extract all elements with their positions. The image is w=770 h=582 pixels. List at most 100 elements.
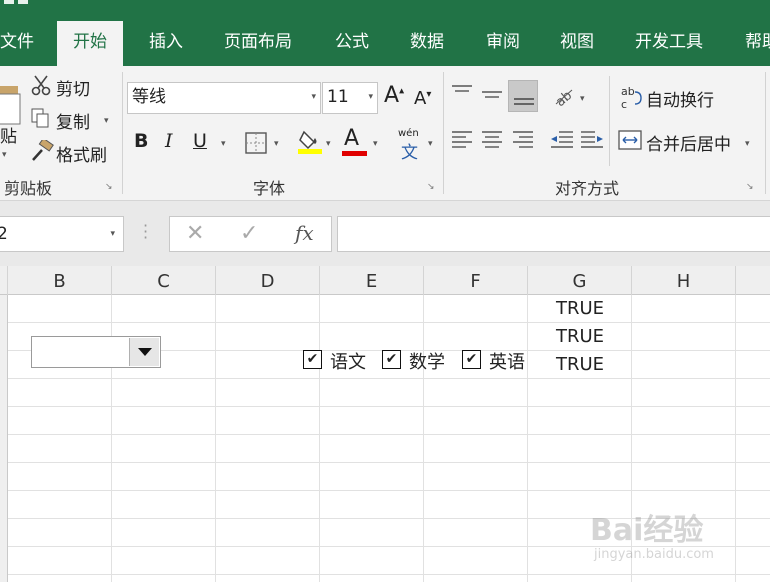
alignment-launcher-icon[interactable]: ↘: [746, 182, 756, 192]
align-middle-icon[interactable]: [480, 82, 504, 116]
align-center-icon[interactable]: [480, 128, 504, 156]
paste-label[interactable]: 贴: [0, 122, 17, 147]
tab-data[interactable]: 数据: [410, 21, 444, 66]
phonetic-dropdown-icon[interactable]: ▾: [428, 139, 433, 149]
decrease-font-size-button[interactable]: A▾: [414, 88, 431, 109]
fill-color-swatch: [298, 149, 322, 154]
column-header-g[interactable]: G: [528, 266, 632, 295]
copy-dropdown-icon[interactable]: ▾: [104, 116, 109, 126]
merge-center-dropdown-icon[interactable]: ▾: [745, 139, 750, 149]
svg-text:ab: ab: [553, 88, 575, 108]
checkbox-label: 数学: [409, 352, 445, 373]
font-size-select[interactable]: 11 ▾: [322, 82, 378, 114]
cancel-icon[interactable]: ✕: [186, 221, 204, 246]
orientation-icon[interactable]: ab: [552, 84, 576, 112]
column-header-f[interactable]: F: [424, 266, 528, 295]
select-all-corner[interactable]: [0, 266, 8, 295]
watermark-brand: Bai经验: [590, 513, 704, 548]
column-line: [423, 295, 424, 582]
borders-dropdown-icon[interactable]: ▾: [274, 139, 279, 149]
ribbon: 贴 ▾ 剪切 复制 ▾ 格式刷 剪贴板 ↘ 等线 ▾ 11 ▾ A▴ A▾ B …: [0, 66, 770, 201]
quick-access-toolbar[interactable]: [0, 0, 28, 6]
copy-icon[interactable]: [30, 107, 52, 133]
insert-function-icon[interactable]: fx: [295, 221, 314, 245]
fill-color-icon[interactable]: [298, 128, 322, 158]
increase-font-size-button[interactable]: A▴: [384, 83, 404, 108]
separator: [609, 76, 610, 166]
column-header-b[interactable]: B: [8, 266, 112, 295]
formula-input[interactable]: [337, 216, 770, 252]
chevron-down-icon: ▾: [311, 92, 316, 102]
column-header-d[interactable]: D: [216, 266, 320, 295]
row-headers[interactable]: [0, 295, 8, 582]
font-name-select[interactable]: 等线 ▾: [127, 82, 321, 114]
align-top-icon[interactable]: [450, 82, 474, 108]
tab-review[interactable]: 审阅: [486, 21, 520, 66]
font-group-label: 字体: [253, 179, 286, 198]
align-right-icon[interactable]: [511, 128, 535, 156]
paste-dropdown-icon[interactable]: ▾: [2, 150, 7, 160]
tab-developer[interactable]: 开发工具: [635, 21, 703, 66]
row-line: [8, 406, 770, 407]
font-size-value: 11: [327, 87, 349, 107]
row-line: [8, 490, 770, 491]
decrease-indent-icon[interactable]: [549, 128, 575, 156]
tab-view[interactable]: 视图: [560, 21, 594, 66]
resize-handle-icon[interactable]: · · ·: [143, 218, 148, 246]
checkmark-icon[interactable]: ✔: [303, 350, 322, 369]
font-launcher-icon[interactable]: ↘: [427, 182, 437, 192]
phonetic-guide-button[interactable]: 文: [401, 138, 418, 163]
row-line: [8, 434, 770, 435]
align-bottom-icon[interactable]: [508, 80, 538, 112]
cell-g-true[interactable]: TRUE: [528, 326, 632, 347]
clipboard-group-label: 剪贴板: [4, 179, 53, 198]
chevron-down-icon: ▾: [110, 229, 115, 239]
borders-icon[interactable]: [245, 132, 267, 158]
cut-icon[interactable]: [30, 74, 52, 100]
separator: [122, 72, 123, 194]
format-painter-button[interactable]: 格式刷: [56, 141, 107, 166]
orientation-dropdown-icon[interactable]: ▾: [580, 94, 585, 104]
copy-button[interactable]: 复制: [56, 108, 90, 133]
dropdown-arrow-icon[interactable]: [129, 338, 159, 366]
underline-button[interactable]: U: [193, 130, 207, 152]
clipboard-launcher-icon[interactable]: ↘: [105, 182, 115, 192]
wrap-text-icon[interactable]: ab c: [620, 84, 642, 114]
tab-home[interactable]: 开始: [57, 21, 123, 66]
cut-button[interactable]: 剪切: [56, 75, 90, 100]
column-header-e[interactable]: E: [320, 266, 424, 295]
italic-button[interactable]: I: [165, 130, 173, 152]
align-left-icon[interactable]: [450, 128, 474, 156]
font-color-swatch: [342, 151, 367, 156]
enter-icon[interactable]: ✓: [240, 221, 258, 246]
tab-page-layout[interactable]: 页面布局: [224, 21, 292, 66]
tab-file[interactable]: 文件: [0, 21, 34, 66]
cell-g-true[interactable]: TRUE: [528, 298, 632, 319]
column-header-h[interactable]: H: [632, 266, 736, 295]
combo-box-control[interactable]: [31, 336, 161, 368]
font-color-dropdown-icon[interactable]: ▾: [373, 139, 378, 149]
increase-indent-icon[interactable]: [579, 128, 605, 156]
bold-button[interactable]: B: [134, 130, 148, 152]
format-painter-icon[interactable]: [30, 137, 54, 166]
tab-formulas[interactable]: 公式: [335, 21, 369, 66]
underline-dropdown-icon[interactable]: ▾: [221, 139, 226, 149]
column-header-c[interactable]: C: [112, 266, 216, 295]
checkmark-icon[interactable]: ✔: [462, 350, 481, 369]
checkmark-icon[interactable]: ✔: [382, 350, 401, 369]
column-line: [319, 295, 320, 582]
merge-center-button[interactable]: 合并后居中: [646, 130, 731, 155]
tab-insert[interactable]: 插入: [149, 21, 183, 66]
tab-help[interactable]: 帮助: [745, 21, 770, 66]
name-box[interactable]: 2 ▾: [0, 216, 124, 252]
row-line: [8, 378, 770, 379]
fill-color-dropdown-icon[interactable]: ▾: [326, 139, 331, 149]
alignment-group-label: 对齐方式: [555, 179, 620, 198]
merge-center-icon[interactable]: [618, 128, 642, 156]
cell-g-true[interactable]: TRUE: [528, 354, 632, 375]
font-color-button[interactable]: A: [344, 126, 359, 151]
wrap-text-button[interactable]: 自动换行: [646, 86, 714, 111]
checkbox-label: 语文: [330, 352, 366, 373]
column-line: [215, 295, 216, 582]
name-box-value: 2: [0, 224, 8, 244]
